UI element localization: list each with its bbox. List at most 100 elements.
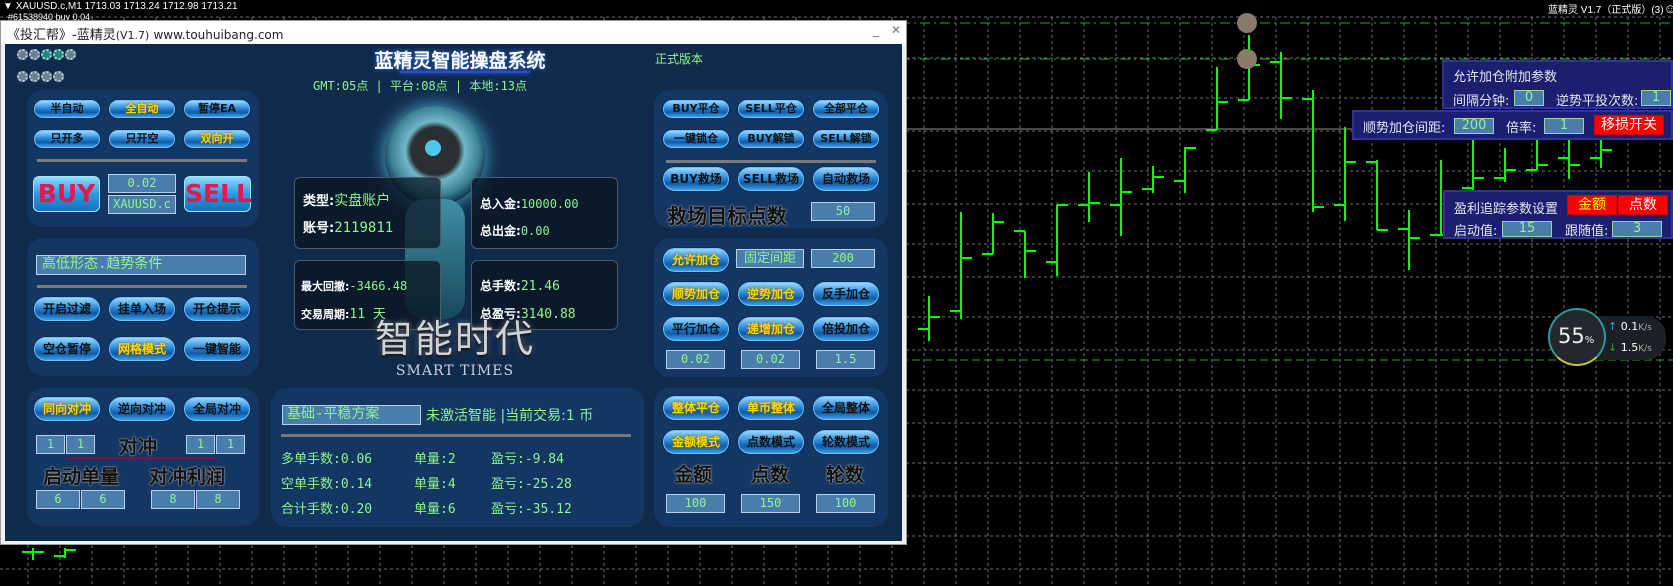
amount-mode-button[interactable]: 金额模式	[663, 430, 729, 454]
plan-select[interactable]: 基础-平稳方案	[282, 405, 421, 425]
trail-start-input[interactable]: 15	[1502, 221, 1552, 237]
hedge-input[interactable]: 1	[186, 435, 215, 454]
fixed-spacing-input[interactable]: 200	[811, 249, 875, 268]
hedge-input[interactable]: 1	[66, 435, 95, 454]
buy-close-button[interactable]: BUY平仓	[663, 100, 729, 118]
sell-close-button[interactable]: SELL平仓	[738, 100, 804, 118]
one-key-smart-button[interactable]: 一键智能	[184, 337, 250, 361]
both-ways-button[interactable]: 双向开	[184, 130, 250, 148]
semi-auto-button[interactable]: 半自动	[34, 100, 100, 118]
title-bar[interactable]: 《投汇帮》-蓝精灵(V1.7) www.touhuibang.com _ ✕	[1, 21, 906, 44]
rounds-input[interactable]: 100	[816, 494, 875, 513]
hedge-profit-input[interactable]: 8	[151, 490, 195, 509]
divider	[67, 458, 217, 459]
start-lot-input[interactable]: 6	[81, 490, 125, 509]
points-mode-button[interactable]: 点数模式	[738, 430, 804, 454]
fixed-spacing-select[interactable]: 固定间距	[736, 249, 804, 268]
start-lot-input[interactable]: 6	[36, 490, 80, 509]
sell-rescue-button[interactable]: SELL救场	[738, 167, 804, 191]
auto-rescue-button[interactable]: 自动救场	[813, 167, 879, 191]
rescue-target-input[interactable]: 50	[811, 202, 875, 221]
divider	[666, 160, 876, 163]
trend-add-button[interactable]: 顺势加仓	[663, 282, 729, 306]
trail-stop-toggle[interactable]: 移损开关	[1594, 115, 1664, 135]
points-label: 点数	[751, 464, 790, 486]
multiply-add-button[interactable]: 倍投加仓	[813, 317, 879, 341]
total-withdrawal: 0.00	[520, 224, 550, 238]
pause-ea-button[interactable]: 暂停EA	[184, 100, 250, 118]
short-only-button[interactable]: 只开空	[109, 130, 175, 148]
increment-lot-input[interactable]: 0.02	[741, 350, 800, 369]
parallel-lot-input[interactable]: 0.02	[666, 350, 725, 369]
rounds-mode-button[interactable]: 轮数模式	[813, 430, 879, 454]
trail-amount-button[interactable]: 金额	[1567, 195, 1617, 215]
minimize-button[interactable]: _	[873, 23, 879, 37]
trail-points-button[interactable]: 点数	[1618, 195, 1668, 215]
buy-button[interactable]: BUY	[33, 176, 100, 212]
counter-add-button[interactable]: 逆势加仓	[738, 282, 804, 306]
dropdown-triangle-icon[interactable]: ▼	[3, 1, 16, 12]
status-light-icon	[53, 49, 64, 60]
open-alert-button[interactable]: 开仓提示	[184, 297, 250, 321]
reverse-hedge-button[interactable]: 逆向对冲	[109, 397, 175, 421]
points-input[interactable]: 150	[741, 494, 800, 513]
reverse-add-button[interactable]: 反手加仓	[813, 282, 879, 306]
sell-button[interactable]: SELL	[184, 176, 252, 212]
drag-handle-icon[interactable]	[1237, 13, 1257, 33]
filter-panel: 高低形态.趋势条件 开启过滤 挂单入场 开仓提示 空仓暂停 网格模式 一键智能	[27, 238, 259, 376]
trail-params-panel: 盈利追踪参数设置 金额 点数 启动值: 15 跟随值: 3	[1443, 190, 1673, 239]
enable-filter-button[interactable]: 开启过滤	[34, 297, 100, 321]
rescue-target-label: 救场目标点数	[667, 204, 787, 228]
overall-close-button[interactable]: 整体平仓	[663, 396, 729, 420]
lock-button[interactable]: 一键锁仓	[663, 130, 729, 148]
ohlc-bar	[1078, 172, 1100, 222]
buy-rescue-button[interactable]: BUY救场	[663, 167, 729, 191]
robot-eye-icon	[425, 140, 441, 156]
hedge-input[interactable]: 1	[216, 435, 245, 454]
status-light-icon	[41, 49, 52, 60]
close-all-button[interactable]: 全部平仓	[813, 100, 879, 118]
close-button[interactable]: ✕	[891, 23, 901, 37]
ohlc-bar	[1302, 90, 1324, 212]
summary-cell: 多单手数:0.06	[281, 452, 373, 467]
lot-input[interactable]: 0.02	[108, 174, 176, 193]
memory-gauge[interactable]: 55%	[1548, 308, 1606, 366]
sell-unlock-button[interactable]: SELL解锁	[813, 130, 879, 148]
drag-handle-icon[interactable]	[1237, 49, 1257, 69]
amount-input[interactable]: 100	[666, 494, 725, 513]
long-only-button[interactable]: 只开多	[34, 130, 100, 148]
summary-cell: 单量:4	[414, 477, 456, 492]
full-auto-button[interactable]: 全自动	[109, 100, 175, 118]
trail-follow-input[interactable]: 3	[1612, 221, 1662, 237]
single-symbol-button[interactable]: 单币整体	[738, 396, 804, 420]
ohlc-bar	[950, 212, 972, 319]
account-type: 实盘账户	[334, 193, 391, 209]
allow-add-button[interactable]: 允许加仓	[663, 248, 729, 272]
parallel-add-button[interactable]: 平行加仓	[663, 317, 729, 341]
global-hedge-button[interactable]: 全局对冲	[184, 397, 250, 421]
same-direction-hedge-button[interactable]: 同向对冲	[34, 397, 100, 421]
hedge-input[interactable]: 1	[36, 435, 65, 454]
rounds-label: 轮数	[826, 464, 865, 486]
interval-input[interactable]: 0	[1514, 90, 1544, 106]
summary-cell: 空单手数:0.14	[281, 477, 373, 492]
status-light-icon	[65, 49, 76, 60]
grid-mode-button[interactable]: 网格模式	[109, 337, 175, 361]
ohlc-bar	[1174, 147, 1196, 193]
hedge-profit-input[interactable]: 8	[196, 490, 240, 509]
counter-input[interactable]: 1	[1641, 90, 1671, 106]
pending-entry-button[interactable]: 挂单入场	[109, 297, 175, 321]
spacing-input[interactable]: 200	[1454, 118, 1494, 134]
summary-cell: 单量:2	[414, 452, 456, 467]
max-drawdown: -3466.48	[349, 279, 408, 293]
ratio-input[interactable]: 1	[1544, 118, 1584, 134]
global-overall-button[interactable]: 全局整体	[813, 396, 879, 420]
symbol-input[interactable]: XAUUSD.c	[108, 195, 176, 214]
empty-pause-button[interactable]: 空仓暂停	[34, 337, 100, 361]
increment-add-button[interactable]: 递增加仓	[738, 317, 804, 341]
buy-unlock-button[interactable]: BUY解锁	[738, 130, 804, 148]
multiplier-input[interactable]: 1.5	[816, 350, 875, 369]
summary-cell: 合计手数:0.20	[281, 502, 373, 517]
condition-select[interactable]: 高低形态.趋势条件	[36, 255, 246, 275]
download-arrow-icon: ↓	[1608, 341, 1618, 354]
